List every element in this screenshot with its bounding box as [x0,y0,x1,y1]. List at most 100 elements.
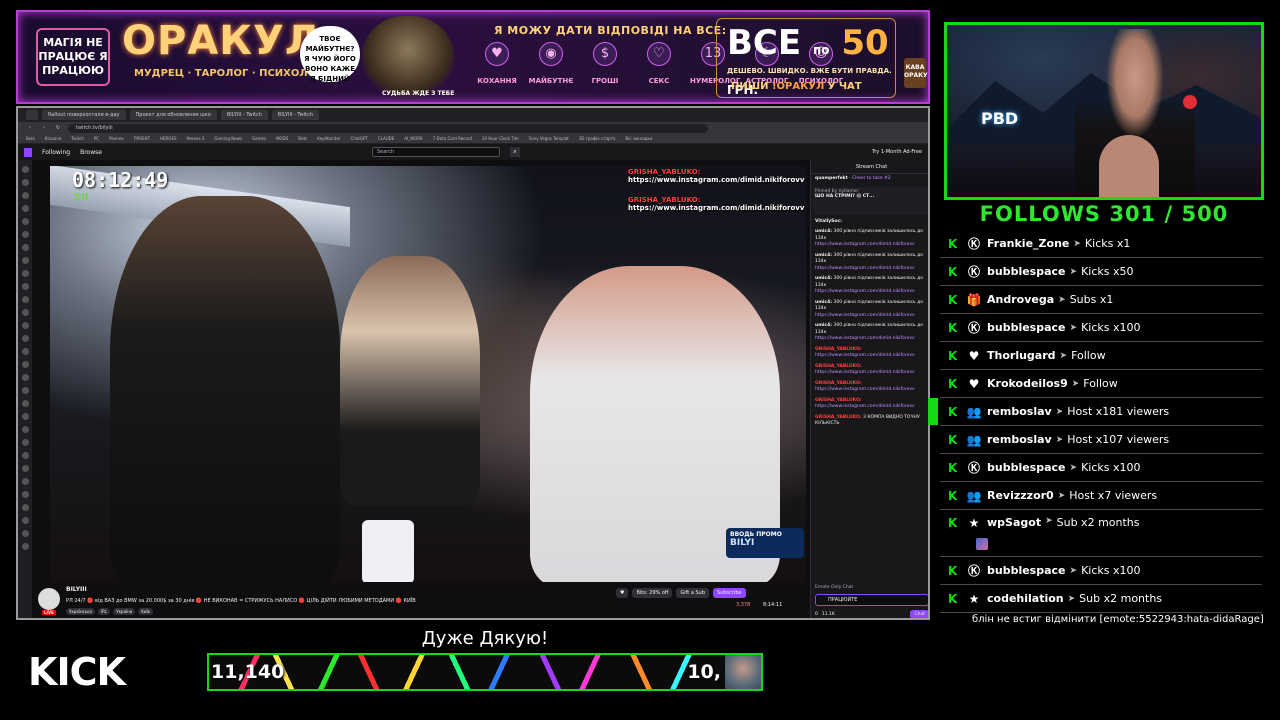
chat-username[interactable]: umic4: [815,276,832,281]
browser-tab[interactable]: BILYIII - Twitch [220,110,268,120]
bookmark-item[interactable]: Bots [26,136,35,141]
stream-tag[interactable]: Україна [113,608,136,615]
bookmark-item[interactable]: MODS [276,136,288,141]
channel-points[interactable]: 11.1K [822,612,835,617]
chat-link[interactable]: https://www.instagram.com/dimid.nikiforo… [815,387,928,394]
chat-username[interactable]: umic4: [815,323,832,328]
chat-link[interactable]: https://www.instagram.com/dimid.nikiforo… [815,313,928,320]
followed-channel-avatar[interactable] [21,218,29,225]
bookmark-item[interactable]: Pannex [109,136,124,141]
bookmark-item[interactable]: Twitch [71,136,83,141]
twitch-logo-icon[interactable] [24,147,32,157]
followed-channel-avatar[interactable] [21,387,29,394]
bookmark-item[interactable]: Kravane [45,136,62,141]
followed-channel-avatar[interactable] [21,179,29,186]
followed-channel-avatar[interactable] [21,530,29,537]
bookmark-item[interactable]: 3D графік старта [579,136,616,141]
followed-channel-avatar[interactable] [21,439,29,446]
chat-username[interactable]: umic4: [815,300,832,305]
bookmark-item[interactable]: ChatGPT [351,136,368,141]
followed-channel-avatar[interactable] [21,491,29,498]
stream-video[interactable]: 08:12:49 SII GRISHA_YABLUKO: https://www… [50,166,806,582]
stream-tag[interactable]: Українська [66,608,95,615]
stream-tag[interactable]: Kиїв [138,608,153,615]
followed-channel-avatar[interactable] [21,166,29,173]
followed-channel-avatar[interactable] [21,465,29,472]
followed-channel-avatar[interactable] [21,413,29,420]
bookmark-item[interactable]: Всі закладки [625,136,652,141]
chat-send-button[interactable]: Chat [910,609,928,618]
followed-channel-avatar[interactable] [21,244,29,251]
followed-channel-avatar[interactable] [21,231,29,238]
followed-channel-avatar[interactable] [21,270,29,277]
followed-channel-avatar[interactable] [21,400,29,407]
gift-sub-button[interactable]: Gift a Sub [676,588,710,598]
followed-channel-avatar[interactable] [21,452,29,459]
bookmark-item[interactable]: CLAUDE [378,136,394,141]
followed-channel-avatar[interactable] [21,504,29,511]
followed-channel-avatar[interactable] [21,478,29,485]
nav-following[interactable]: Following [42,149,70,156]
search-input[interactable]: Search [371,147,500,157]
followed-channel-avatar[interactable] [21,205,29,212]
address-input[interactable]: twitch.tv/bilyiii [68,123,708,133]
nav-browse[interactable]: Browse [80,149,102,156]
followed-channel-avatar[interactable] [21,517,29,524]
bookmark-item[interactable]: Gaming News [214,136,242,141]
chat-link[interactable]: https://www.instagram.com/dimid.nikiforo… [815,404,928,411]
bookmark-item[interactable]: Games [252,136,266,141]
search-icon[interactable]: ⌕ [509,147,520,157]
bookmark-item[interactable]: Bots [298,136,307,141]
followed-channel-avatar[interactable] [21,309,29,316]
followed-channel-avatar[interactable] [21,426,29,433]
bookmark-item[interactable]: ПРОЕКТ [134,136,150,141]
followed-channel-avatar[interactable] [21,543,29,550]
followed-channel-avatar[interactable] [21,257,29,264]
chat-username[interactable]: GRISHA_YABLUKO: [815,415,862,420]
chat-link[interactable]: https://www.instagram.com/dimid.nikiforo… [815,336,928,343]
chat-username[interactable]: GRISHA_YABLUKO: [815,364,862,369]
forward-icon[interactable]: › [40,125,48,131]
channel-avatar[interactable] [38,588,60,610]
chat-username[interactable]: umic4: [815,253,832,258]
followed-channel-avatar[interactable] [21,192,29,199]
bookmark-item[interactable]: KeyAboriter [317,136,340,141]
chat-link[interactable]: https://www.instagram.com/dimid.nikiforo… [815,266,928,273]
followed-channel-avatar[interactable] [21,348,29,355]
chat-username[interactable]: GRISHA_YABLUKO: [815,381,862,386]
browser-tab[interactable]: Проект для обновления шко [129,110,217,120]
chat-link[interactable]: https://www.instagram.com/dimid.nikiforo… [815,289,928,296]
browser-tab[interactable]: BILYIII - Twitch [271,110,319,120]
followed-channel-avatar[interactable] [21,361,29,368]
heart-icon[interactable]: ♥ [616,588,629,598]
chat-username[interactable]: VitallySoc: [815,219,842,224]
subscribe-button[interactable]: Subscribe [713,588,746,598]
bits-button[interactable]: Bits: 29% off [632,588,673,598]
chat-link[interactable]: https://www.instagram.com/dimid.nikiforo… [815,242,928,249]
chat-username[interactable]: GRISHA_YABLUKO: [815,398,862,403]
chat-username[interactable]: umic4: [815,229,832,234]
followed-channel-avatar[interactable] [21,322,29,329]
bookmark-item[interactable]: AI_WORK [404,136,422,141]
bookmark-item[interactable]: Heroes 3 [187,136,205,141]
browser-tab[interactable] [26,110,38,120]
browser-tab[interactable]: Rallout поверхостали в-дау [42,110,126,120]
chat-username[interactable]: GRISHA_YABLUKO: [815,347,862,352]
chat-link[interactable]: https://www.instagram.com/dimid.nikiforo… [815,370,928,377]
bookmark-item[interactable]: Sony Vegas Templat [529,136,569,141]
followed-channel-avatar[interactable] [21,296,29,303]
pinned-message[interactable]: Pinned by nyllamor ШО НА СТРІМІ? 😱 СТ... [813,186,928,215]
bookmark-item[interactable]: 7-Data Card Record [433,136,472,141]
chat-link[interactable]: https://www.instagram.com/dimid.nikiforo… [815,353,928,360]
back-icon[interactable]: ‹ [26,125,34,131]
followed-channel-avatar[interactable] [21,374,29,381]
reload-icon[interactable]: ↻ [54,125,62,131]
ad-free-button[interactable]: Try 1-Month Ad-Free [872,149,922,155]
stream-tag[interactable]: IRL [98,608,111,615]
bookmark-item[interactable]: 24 Hour Clock Tim [482,136,519,141]
chat-input[interactable]: ПРАЦЮЙТЕ [815,594,928,606]
bookmark-item[interactable]: PC [94,136,99,141]
bookmark-item[interactable]: HEROES [160,136,177,141]
followed-channel-avatar[interactable] [21,283,29,290]
followed-channel-avatar[interactable] [21,335,29,342]
